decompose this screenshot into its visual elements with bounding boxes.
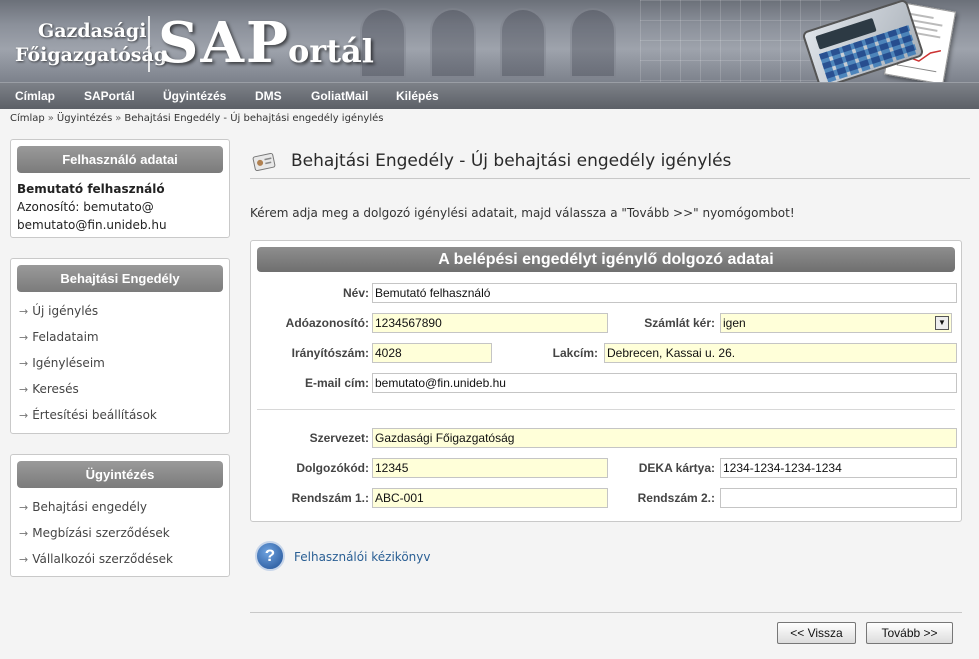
employee-code-field[interactable]: 12345 [372, 458, 608, 478]
user-id: Azonosító: bemutato@ [17, 200, 154, 214]
form-title: A belépési engedélyt igénylő dolgozó ada… [257, 247, 955, 272]
brand-divider [148, 16, 150, 72]
breadcrumb-separator: » [115, 113, 122, 124]
zip-field[interactable]: 4028 [372, 343, 492, 363]
organization-label: Szervezet: [309, 431, 369, 445]
next-button[interactable]: Tovább >> [866, 622, 953, 644]
form-divider [257, 409, 955, 410]
sidebar-item-permit[interactable]: → Behajtási engedély [11, 494, 229, 520]
name-label: Név: [342, 286, 369, 300]
arrow-right-icon: → [19, 527, 29, 540]
arrow-right-icon: → [19, 331, 29, 344]
breadcrumb-ugyintezes[interactable]: Ügyintézés [57, 113, 112, 124]
banner-window-decoration [500, 8, 546, 78]
arrow-right-icon: → [19, 357, 29, 370]
zip-label: Irányítószám: [291, 346, 369, 360]
breadcrumb-separator: » [47, 113, 54, 124]
tax-id-field[interactable]: 1234567890 [372, 313, 608, 333]
user-info-title: Felhasználó adatai [17, 146, 223, 173]
name-field[interactable]: Bemutató felhasználó [372, 283, 957, 303]
bottom-divider [250, 612, 962, 613]
admin-menu-box: Ügyintézés → Behajtási engedély → Megbízás… [10, 454, 230, 577]
deka-card-field[interactable]: 1234-1234-1234-1234 [720, 458, 957, 478]
sidebar-item-search[interactable]: → Keresés [11, 376, 229, 402]
back-button[interactable]: << Vissza [777, 622, 856, 644]
nav-saportal[interactable]: SAPortál [84, 89, 135, 103]
plate2-label: Rendszám 2.: [637, 491, 715, 505]
permit-menu-box: Behajtási Engedély → Új igénylés → Feladat… [10, 258, 230, 434]
user-name: Bemutató felhasználó [17, 182, 165, 196]
employee-form: A belépési engedélyt igénylő dolgozó ada… [250, 240, 962, 522]
brand-line-1: Gazdasági [38, 20, 147, 42]
sidebar-item-my-tasks[interactable]: → Feladataim [11, 324, 229, 350]
instruction-text: Kérem adja meg a dolgozó igénylési adata… [250, 206, 795, 220]
brand-line-2: Főigazgatóság [15, 44, 168, 66]
user-manual-link[interactable]: Felhasználói kézikönyv [294, 550, 430, 564]
employee-code-label: Dolgozókód: [296, 461, 369, 475]
breadcrumb-home[interactable]: Címlap [10, 113, 45, 124]
sidebar-item-my-requests[interactable]: → Igényléseim [11, 350, 229, 376]
deka-card-label: DEKA kártya: [638, 461, 715, 475]
tax-id-label: Adóazonosító: [285, 316, 369, 330]
nav-kilepes[interactable]: Kilépés [396, 89, 439, 103]
sidebar-item-new-request[interactable]: → Új igénylés [11, 298, 229, 324]
logo-p: P [245, 10, 288, 76]
arrow-right-icon: → [19, 553, 29, 566]
id-card-icon [252, 152, 276, 171]
address-field[interactable]: Debrecen, Kassai u. 26. [604, 343, 957, 363]
sidebar-item-contractor-contracts[interactable]: → Vállalkozói szerződések [11, 546, 229, 572]
nav-cimlap[interactable]: Címlap [15, 89, 55, 103]
logo-sa: SA [158, 10, 246, 76]
invoice-select-value: igen [723, 316, 746, 330]
arrow-right-icon: → [19, 305, 29, 318]
plate1-field[interactable]: ABC-001 [372, 488, 608, 508]
banner-window-decoration [570, 8, 616, 78]
help-icon[interactable]: ? [255, 541, 285, 571]
saportal-logo: SAPortál [158, 10, 374, 76]
invoice-label: Számlát kér: [644, 316, 715, 330]
nav-dms[interactable]: DMS [255, 89, 282, 103]
email-field[interactable]: bemutato@fin.unideb.hu [372, 373, 957, 393]
nav-ugyintezes[interactable]: Ügyintézés [163, 89, 226, 103]
breadcrumb-current: Behajtási Engedély - Új behajtási engedé… [124, 113, 384, 124]
admin-menu-title: Ügyintézés [17, 461, 223, 488]
address-label: Lakcím: [552, 346, 598, 360]
plate2-field[interactable] [720, 488, 957, 508]
plate1-label: Rendszám 1.: [291, 491, 369, 505]
header-banner: Gazdasági Főigazgatóság SAPortál [0, 0, 979, 82]
title-divider [250, 178, 970, 179]
permit-menu-title: Behajtási Engedély [17, 265, 223, 292]
sidebar-item-notification-settings[interactable]: → Értesítési beállítások [11, 402, 229, 428]
invoice-select[interactable]: igen ▼ [720, 313, 952, 333]
arrow-right-icon: → [19, 383, 29, 396]
breadcrumb: Címlap» Ügyintézés» Behajtási Engedély - Ú… [10, 113, 383, 124]
nav-goliatmail[interactable]: GoliatMail [311, 89, 368, 103]
page-title: Behajtási Engedély - Új behajtási engedé… [291, 151, 732, 171]
top-navigation: Címlap SAPortál Ügyintézés DMS GoliatMai… [0, 82, 979, 109]
logo-ortal: ortál [288, 32, 374, 70]
dropdown-arrow-icon[interactable]: ▼ [935, 316, 949, 330]
email-label: E-mail cím: [304, 376, 369, 390]
arrow-right-icon: → [19, 409, 29, 422]
arrow-right-icon: → [19, 501, 29, 514]
user-email: bemutato@fin.unideb.hu [17, 218, 167, 232]
organization-field[interactable]: Gazdasági Főigazgatóság [372, 428, 957, 448]
banner-window-decoration [430, 8, 476, 78]
sidebar-item-agency-contracts[interactable]: → Megbízási szerződések [11, 520, 229, 546]
user-info-box: Felhasználó adatai Bemutató felhasználó … [10, 139, 230, 238]
